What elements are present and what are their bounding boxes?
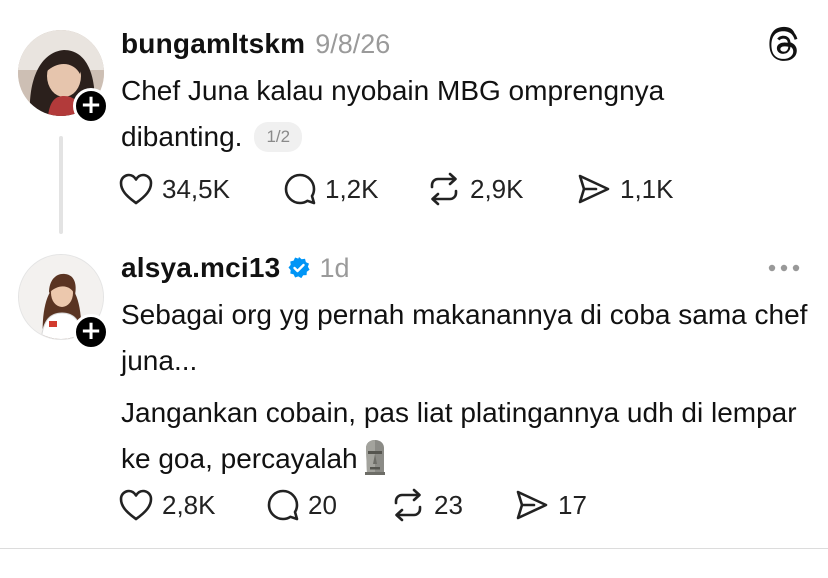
verified-badge-icon — [288, 257, 311, 279]
repost-icon — [394, 488, 422, 522]
moai-emoji — [364, 440, 385, 475]
follow-button-alsya[interactable]: + — [73, 314, 109, 350]
repost-button[interactable]: 23 — [390, 488, 514, 522]
heart-icon — [119, 489, 153, 521]
reply-button[interactable]: 20 — [266, 488, 390, 522]
timestamp[interactable]: 1d — [319, 253, 349, 284]
like-button[interactable]: 2,8K — [118, 488, 266, 522]
like-count: 2,8K — [162, 489, 216, 520]
speech-bubble-icon — [267, 489, 299, 521]
reply-count: 20 — [308, 489, 337, 520]
plus-icon: + — [80, 316, 102, 346]
share-button[interactable]: 17 — [514, 488, 614, 522]
send-icon — [516, 490, 548, 520]
post-header: alsya.mci13 1d — [121, 252, 350, 284]
post-paragraph-2: Jangankan cobain, pas liat platingannya … — [121, 390, 811, 482]
share-count: 17 — [558, 489, 587, 520]
post-paragraph-1: Sebagai org yg pernah makanannya di coba… — [121, 299, 808, 376]
post-alsya: + alsya.mci13 1d Sebagai org yg pernah m… — [0, 0, 828, 578]
more-options-icon[interactable] — [766, 258, 802, 278]
post-paragraph-2-text: Jangankan cobain, pas liat platingannya … — [121, 397, 797, 474]
post-divider — [0, 548, 828, 549]
username[interactable]: alsya.mci13 — [121, 252, 280, 284]
action-bar: 2,8K 20 23 17 — [118, 488, 614, 522]
repost-count: 23 — [434, 489, 463, 520]
post-text: Sebagai org yg pernah makanannya di coba… — [121, 292, 811, 482]
